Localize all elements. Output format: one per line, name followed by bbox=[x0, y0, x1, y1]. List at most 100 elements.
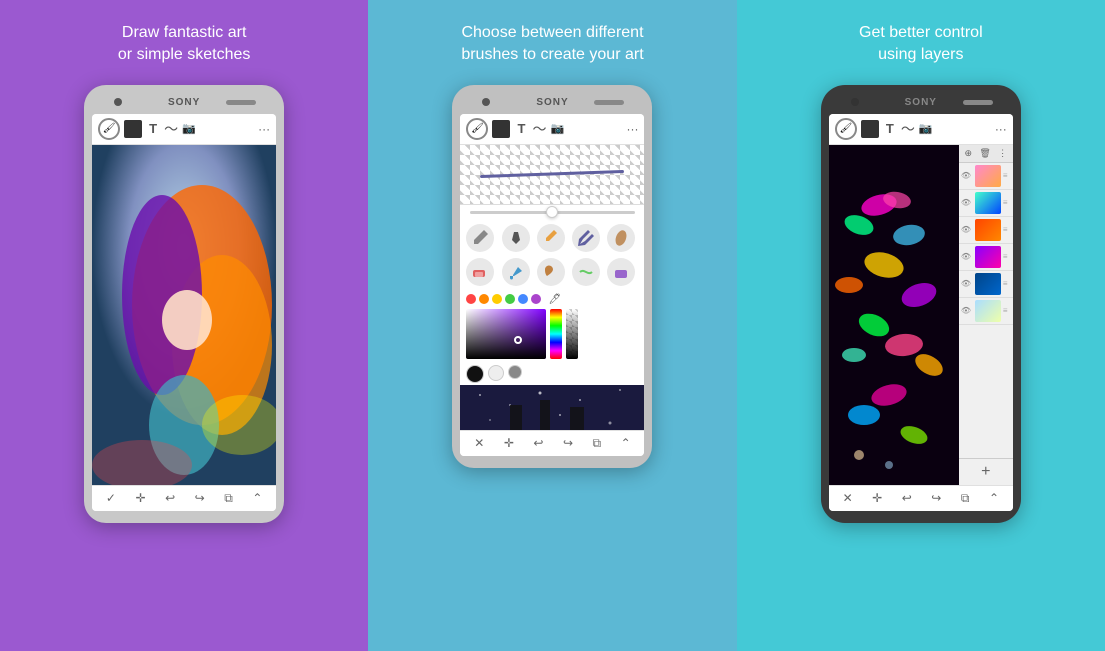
layers-icon-3[interactable]: ⧉ bbox=[961, 491, 970, 506]
caption-draw: Draw fantastic art or simple sketches bbox=[118, 22, 251, 67]
mustache-icon-3[interactable]: 〜 bbox=[901, 119, 915, 139]
move-icon[interactable]: ✛ bbox=[135, 491, 145, 505]
layer-eye-1[interactable]: 👁 bbox=[961, 171, 973, 180]
square-icon-3[interactable] bbox=[861, 120, 879, 138]
layers-icon-2[interactable]: ⧉ bbox=[593, 436, 602, 451]
undo-icon-2[interactable]: ↩ bbox=[533, 436, 543, 450]
brush-size-slider[interactable] bbox=[470, 211, 636, 214]
brush-eraser[interactable] bbox=[466, 258, 494, 286]
redo-icon[interactable]: ↪ bbox=[195, 491, 205, 505]
color-red[interactable] bbox=[466, 294, 476, 304]
text-icon-2[interactable]: T bbox=[514, 121, 528, 136]
color-gradient-box[interactable] bbox=[466, 309, 546, 359]
brush-blend[interactable] bbox=[572, 258, 600, 286]
caption-layers-line1: Get better control bbox=[859, 24, 983, 41]
starfield-svg bbox=[460, 385, 644, 430]
caption-layers: Get better control using layers bbox=[859, 22, 983, 67]
check-icon[interactable]: ✓ bbox=[106, 491, 116, 505]
layer-handle-3[interactable]: ≡ bbox=[1003, 225, 1008, 234]
more-icon-3[interactable]: ··· bbox=[995, 122, 1007, 136]
layer-eye-5[interactable]: 👁 bbox=[961, 279, 973, 288]
layer-handle-5[interactable]: ≡ bbox=[1003, 279, 1008, 288]
layer-eye-4[interactable]: 👁 bbox=[961, 252, 973, 261]
layer-thumb-1[interactable] bbox=[975, 165, 1001, 187]
eyedropper-icon[interactable]: 🖊 bbox=[548, 294, 561, 305]
camera-icon-1[interactable]: 📷 bbox=[182, 122, 196, 135]
color-purple[interactable] bbox=[531, 294, 541, 304]
camera-dot-3 bbox=[851, 98, 859, 106]
cancel-icon-2[interactable]: ✕ bbox=[474, 436, 484, 450]
layer-settings-icon[interactable]: ⊕ bbox=[964, 148, 972, 159]
camera-icon-2[interactable]: 📷 bbox=[550, 122, 564, 135]
color-yellow[interactable] bbox=[492, 294, 502, 304]
color-green[interactable] bbox=[505, 294, 515, 304]
layer-handle-1[interactable]: ≡ bbox=[1003, 171, 1008, 180]
move-icon-2[interactable]: ✛ bbox=[504, 436, 514, 450]
more-icon-1[interactable]: ··· bbox=[258, 122, 270, 136]
layers-icon[interactable]: ⧉ bbox=[224, 491, 233, 506]
text-icon-3[interactable]: T bbox=[883, 121, 897, 136]
hue-bar[interactable] bbox=[550, 309, 562, 359]
mustache-icon-1[interactable]: 〜 bbox=[164, 119, 178, 139]
bg-color[interactable] bbox=[488, 365, 504, 381]
alt-color[interactable] bbox=[508, 365, 522, 379]
layer-handle-4[interactable]: ≡ bbox=[1003, 252, 1008, 261]
screen-1: 🖌 T 〜 📷 ··· bbox=[92, 114, 276, 511]
layer-thumb-3[interactable] bbox=[975, 219, 1001, 241]
layer-handle-6[interactable]: ≡ bbox=[1003, 306, 1008, 315]
brush-smudge[interactable] bbox=[537, 258, 565, 286]
phone-3: SONY 🖌 T 〜 📷 ··· bbox=[821, 85, 1021, 523]
brush-fill[interactable] bbox=[502, 258, 530, 286]
app-toolbar-3: 🖌 T 〜 📷 ··· bbox=[829, 114, 1013, 145]
mustache-icon-2[interactable]: 〜 bbox=[532, 119, 546, 139]
redo-icon-2[interactable]: ↪ bbox=[563, 436, 573, 450]
move-icon-3[interactable]: ✛ bbox=[872, 491, 882, 505]
layer-thumb-5[interactable] bbox=[975, 273, 1001, 295]
brush-grid-row1 bbox=[460, 220, 644, 256]
cancel-icon-3[interactable]: ✕ bbox=[843, 491, 853, 505]
layer-delete-icon[interactable]: 🗑 bbox=[979, 148, 990, 159]
layer-more-icon[interactable]: ⋮ bbox=[998, 148, 1007, 159]
layer-handle-2[interactable]: ≡ bbox=[1003, 198, 1008, 207]
brush-calligraphy[interactable] bbox=[607, 224, 635, 252]
add-layer-button[interactable]: + bbox=[959, 458, 1013, 485]
brush-colored-pencil[interactable] bbox=[537, 224, 565, 252]
undo-icon[interactable]: ↩ bbox=[165, 491, 175, 505]
layer-thumb-6[interactable] bbox=[975, 300, 1001, 322]
panel-layers: Get better control using layers SONY 🖌 T… bbox=[737, 0, 1105, 651]
brush-icon-1[interactable]: 🖌 bbox=[98, 118, 120, 140]
color-palette-row: 🖊 bbox=[466, 294, 638, 305]
layer-thumb-4[interactable] bbox=[975, 246, 1001, 268]
camera-icon-3[interactable]: 📷 bbox=[919, 122, 933, 135]
speaker-3 bbox=[963, 100, 993, 105]
butterfly-art bbox=[829, 145, 959, 485]
more-icon-2[interactable]: ··· bbox=[626, 122, 638, 136]
expand-icon-3[interactable]: ⌃ bbox=[989, 491, 999, 505]
brush-icon-3[interactable]: 🖌 bbox=[835, 118, 857, 140]
layer-thumb-2[interactable] bbox=[975, 192, 1001, 214]
layer-eye-3[interactable]: 👁 bbox=[961, 225, 973, 234]
bottom-bar-2: ✕ ✛ ↩ ↪ ⧉ ⌃ bbox=[460, 430, 644, 456]
phone-2: SONY 🖌 T 〜 📷 ··· bbox=[452, 85, 652, 468]
undo-icon-3[interactable]: ↩ bbox=[902, 491, 912, 505]
fg-color[interactable] bbox=[466, 365, 484, 383]
square-icon-2[interactable] bbox=[492, 120, 510, 138]
square-icon-1[interactable] bbox=[124, 120, 142, 138]
slider-handle[interactable] bbox=[546, 206, 558, 218]
text-icon-1[interactable]: T bbox=[146, 121, 160, 136]
gradient-picker-dot[interactable] bbox=[514, 336, 522, 344]
brush-pen[interactable] bbox=[572, 224, 600, 252]
brush-icon-2[interactable]: 🖌 bbox=[466, 118, 488, 140]
brush-texture[interactable] bbox=[607, 258, 635, 286]
expand-icon-2[interactable]: ⌃ bbox=[621, 436, 631, 450]
layer-eye-2[interactable]: 👁 bbox=[961, 198, 973, 207]
speaker-1 bbox=[226, 100, 256, 105]
color-orange[interactable] bbox=[479, 294, 489, 304]
redo-icon-3[interactable]: ↪ bbox=[931, 491, 941, 505]
expand-icon[interactable]: ⌃ bbox=[252, 491, 262, 505]
brush-marker[interactable] bbox=[502, 224, 530, 252]
color-blue[interactable] bbox=[518, 294, 528, 304]
alpha-bar[interactable] bbox=[566, 309, 578, 359]
layer-eye-6[interactable]: 👁 bbox=[961, 306, 973, 315]
brush-pencil[interactable] bbox=[466, 224, 494, 252]
